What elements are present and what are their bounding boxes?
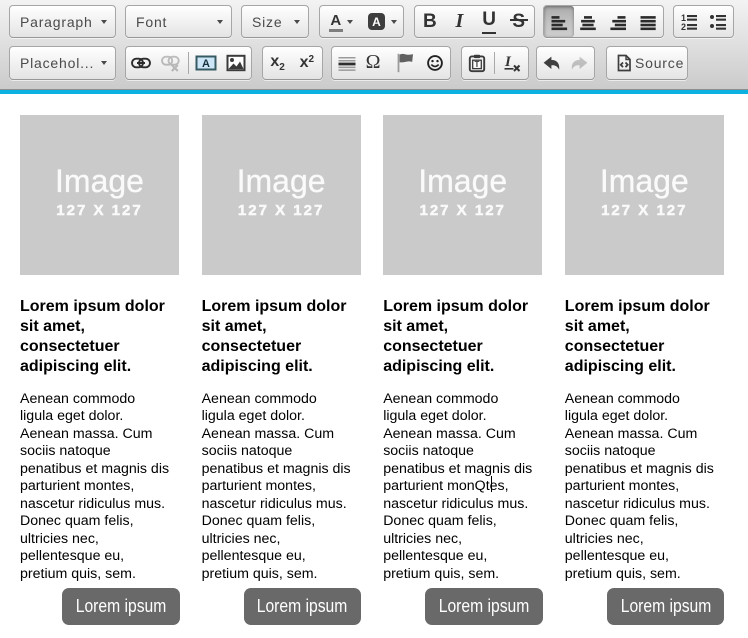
svg-text:T: T	[475, 60, 480, 69]
svg-text:A: A	[372, 15, 381, 29]
svg-text:A: A	[202, 57, 210, 69]
svg-text:2: 2	[681, 22, 686, 32]
svg-text:I: I	[504, 54, 512, 70]
